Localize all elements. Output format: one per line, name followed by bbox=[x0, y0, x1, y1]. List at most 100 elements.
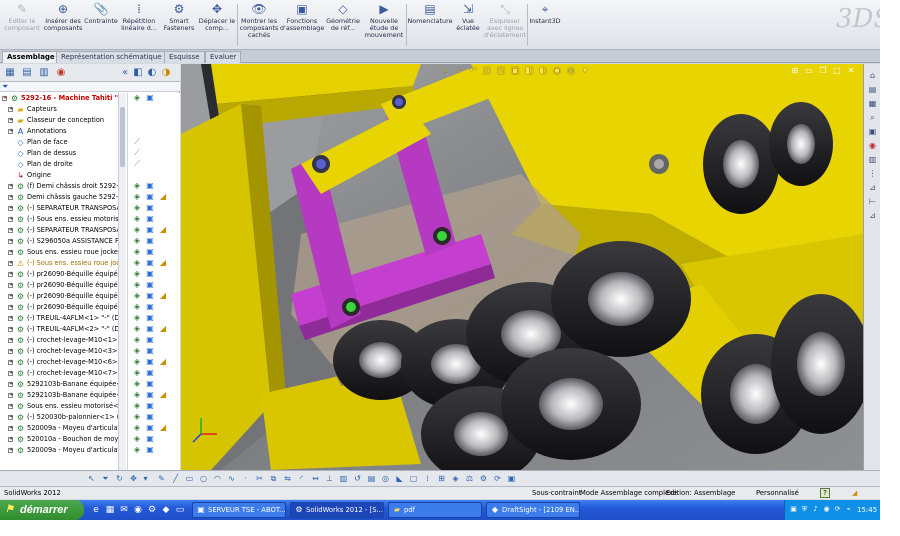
spline-icon[interactable]: ∿ bbox=[226, 473, 237, 484]
options-icon[interactable]: ⚙ bbox=[478, 473, 489, 484]
tree-item[interactable]: + ⚙ Sous ens. essieu motorisé<2> bbox=[0, 401, 126, 412]
search-icon[interactable]: ⌕ bbox=[867, 112, 878, 123]
expand-toggle-icon[interactable]: + bbox=[8, 250, 13, 255]
tree-item[interactable]: + ⚙ 520009a - Moyeu d'articulatio bbox=[0, 445, 126, 456]
zoom-to-fit-icon[interactable]: ⌕ bbox=[439, 65, 451, 77]
file-explorer-icon[interactable]: ▦ bbox=[867, 98, 878, 109]
dimension-icon[interactable]: ⊢ bbox=[867, 196, 878, 207]
tree-item[interactable]: + ⚙ (-) SEPARATEUR TRANSPOSA bbox=[0, 203, 126, 214]
section-view-icon[interactable]: ◫ bbox=[481, 65, 493, 77]
tree-item[interactable]: + ⚙ Demi châssis gauche 5292-16 bbox=[0, 192, 126, 203]
expand-toggle-icon[interactable]: + bbox=[2, 96, 7, 101]
expand-toggle-icon[interactable]: + bbox=[8, 228, 13, 233]
display-style-icon[interactable]: ◧ bbox=[523, 65, 535, 77]
maximize-view-icon[interactable]: □ bbox=[831, 65, 843, 77]
tab-representation-schematique[interactable]: Représentation schématique bbox=[56, 51, 167, 63]
expand-toggle-icon[interactable]: + bbox=[8, 338, 13, 343]
explorer-quicklaunch-icon[interactable]: ▦ bbox=[104, 504, 116, 516]
tree-item[interactable]: ◇ Plan de droite bbox=[0, 159, 126, 170]
toolbar-handle-icon[interactable]: ⋮ bbox=[867, 168, 878, 179]
expand-toggle-icon[interactable]: + bbox=[8, 349, 13, 354]
tab-esquisse[interactable]: Esquisse bbox=[164, 51, 205, 63]
relation-icon[interactable]: ⊥ bbox=[324, 473, 335, 484]
expand-toggle-icon[interactable]: + bbox=[8, 107, 13, 112]
shell-icon[interactable]: ▢ bbox=[408, 473, 419, 484]
tree-item[interactable]: + ⚙ 520010a - Bouchon de moyeu bbox=[0, 434, 126, 445]
feature-tree-icon[interactable]: ▦ bbox=[3, 66, 17, 80]
expand-toggle-icon[interactable]: + bbox=[8, 184, 13, 189]
reference-geometry-button[interactable]: ◇ Géométrie de réf... bbox=[324, 2, 362, 48]
expand-toggle-icon[interactable]: + bbox=[8, 316, 13, 321]
tree-filter[interactable]: ⏷ bbox=[0, 82, 180, 92]
expand-toggle-icon[interactable]: + bbox=[8, 382, 13, 387]
expand-toggle-icon[interactable]: + bbox=[8, 283, 13, 288]
expand-toggle-icon[interactable]: + bbox=[8, 195, 13, 200]
tree-item[interactable]: + ⚙ 520009a - Moyeu d'articulatio bbox=[0, 423, 126, 434]
move-component-button[interactable]: ✥ Déplacer le comp... bbox=[198, 2, 236, 48]
zoom-area-icon[interactable]: ⌕ bbox=[453, 65, 465, 77]
expand-toggle-icon[interactable]: + bbox=[8, 360, 13, 365]
expand-toggle-icon[interactable]: + bbox=[8, 327, 13, 332]
tree-item[interactable]: + ⚙ (-) TREUIL-4AFLM<1> "-" (Dé bbox=[0, 313, 126, 324]
graphics-area[interactable]: ⌕ ⌕ ↶ ◫ ◳ ▣ ◧ ◐ ◉ ◍ ▾ ⊞ ▭ ❐ □ ✕ bbox=[181, 64, 863, 470]
update-icon[interactable]: ⟳ bbox=[833, 505, 842, 514]
tree-scrollbar[interactable] bbox=[118, 93, 126, 486]
smart-fasteners-button[interactable]: ⚙ Smart Fasteners bbox=[160, 2, 198, 48]
tree-item[interactable]: + ⚙ 5292-16 - Machine Tahiti "-" (I bbox=[0, 93, 126, 104]
usb-icon[interactable]: ⌁ bbox=[844, 505, 853, 514]
tree-item[interactable]: + ▰ Capteurs bbox=[0, 104, 126, 115]
design-library-icon[interactable]: ▤ bbox=[867, 84, 878, 95]
restore-view-icon[interactable]: ❐ bbox=[817, 65, 829, 77]
network-icon[interactable]: ▣ bbox=[789, 505, 798, 514]
cut-icon[interactable]: ▤ bbox=[366, 473, 377, 484]
tree-item[interactable]: + ⚙ (-) pr26090-Béquille équipée< bbox=[0, 269, 126, 280]
tree-item[interactable]: + ⚙ (-) crochet-levage-M10<1> "- bbox=[0, 335, 126, 346]
help-button[interactable]: ? bbox=[820, 488, 830, 498]
tree-item[interactable]: + ▰ Classeur de conception bbox=[0, 115, 126, 126]
outlook-icon[interactable]: ✉ bbox=[118, 504, 130, 516]
task-pdf-folder[interactable]: ▰ pdf bbox=[388, 502, 482, 518]
solidworks-quicklaunch-icon[interactable]: ⚙ bbox=[146, 504, 158, 516]
expand-toggle-icon[interactable]: + bbox=[8, 426, 13, 431]
extrude-icon[interactable]: ▥ bbox=[338, 473, 349, 484]
rebuild-icon[interactable]: ⟳ bbox=[492, 473, 503, 484]
configuration-manager-icon[interactable]: ▥ bbox=[37, 66, 51, 80]
view-settings-icon[interactable]: ▾ bbox=[579, 65, 591, 77]
sketch-plane-icon[interactable]: ⊿ bbox=[867, 210, 878, 221]
tree-item[interactable]: + ⚙ (-) crochet-levage-M10<7> "- bbox=[0, 368, 126, 379]
dropdown-icon[interactable]: ▾ bbox=[140, 473, 151, 484]
revolve-icon[interactable]: ↺ bbox=[352, 473, 363, 484]
select-icon[interactable]: ↖ bbox=[86, 473, 97, 484]
save-icon[interactable]: ▣ bbox=[506, 473, 517, 484]
edit-appearance-icon[interactable]: ◉ bbox=[551, 65, 563, 77]
rectangle-icon[interactable]: ▭ bbox=[184, 473, 195, 484]
expand-toggle-icon[interactable]: + bbox=[8, 404, 13, 409]
tree-item[interactable]: + ⚙ (-) Sous ens. essieu motorisé< bbox=[0, 214, 126, 225]
expand-toggle-icon[interactable]: + bbox=[8, 294, 13, 299]
tree-item[interactable]: + ⚙ (-) crochet-levage-M10<6> "- bbox=[0, 357, 126, 368]
split-view-icon[interactable]: ⊞ bbox=[789, 65, 801, 77]
assembly-3d-view[interactable] bbox=[181, 64, 863, 470]
select-filter-icon[interactable]: ⏷ bbox=[100, 473, 111, 484]
bom-button[interactable]: ▤ Nomenclature bbox=[407, 2, 453, 48]
clock[interactable]: 15:45 bbox=[857, 500, 877, 520]
tree-item[interactable]: + ⚙ (-) pr26090-Béquille équipée< bbox=[0, 302, 126, 313]
expand-toggle-icon[interactable]: + bbox=[8, 272, 13, 277]
tree-item[interactable]: + ⚠ (-) Sous ens. essieu roue jock bbox=[0, 258, 126, 269]
tree-item[interactable]: + ⚙ (-) TREUIL-4AFLM<2> "-" (Dé bbox=[0, 324, 126, 335]
appearance-icon[interactable]: ◐ bbox=[145, 66, 159, 80]
task-solidworks[interactable]: ⚙ SolidWorks 2012 - [S... bbox=[290, 502, 384, 518]
exploded-view-button[interactable]: ⇲ Vue éclatée bbox=[453, 2, 483, 48]
expand-toggle-icon[interactable]: + bbox=[8, 239, 13, 244]
expand-toggle-icon[interactable]: + bbox=[8, 393, 13, 398]
view-palette-icon[interactable]: ▣ bbox=[867, 126, 878, 137]
expand-toggle-icon[interactable]: + bbox=[8, 206, 13, 211]
measure-icon[interactable]: ⊞ bbox=[436, 473, 447, 484]
apply-scene-icon[interactable]: ◍ bbox=[565, 65, 577, 77]
show-hidden-components-button[interactable]: 👁 Montrer les composants cachés bbox=[238, 2, 280, 48]
trim-icon[interactable]: ✂ bbox=[254, 473, 265, 484]
tree-item[interactable]: + ⚙ 5292103b-Banane équipée<1 bbox=[0, 379, 126, 390]
hide-show-items-icon[interactable]: ◐ bbox=[537, 65, 549, 77]
status-units[interactable]: Personnalisé bbox=[756, 487, 799, 499]
sketch-tool-icon[interactable]: ⊿ bbox=[867, 182, 878, 193]
